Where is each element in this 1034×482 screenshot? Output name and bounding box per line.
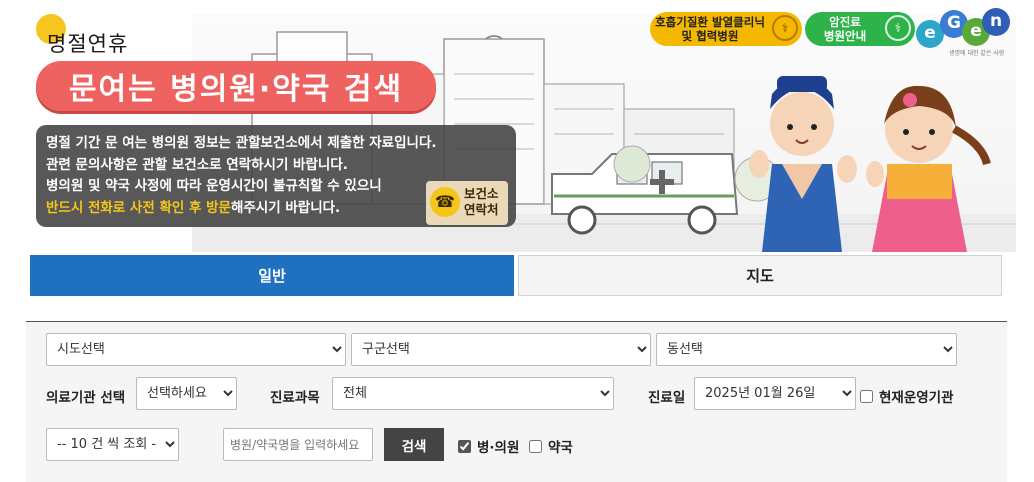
- banner: 명절연휴 문여는 병의원·약국 검색 명절 기간 문 여는 병의원 정보는 관할…: [0, 0, 1034, 252]
- pharmacy-checkbox-group[interactable]: 약국: [529, 436, 573, 456]
- stethoscope-icon: ⚕: [772, 15, 798, 41]
- search-button[interactable]: 검색: [384, 428, 444, 461]
- logo-tagline: 생명에 대한 같은 사랑: [949, 50, 1005, 57]
- gugun-select[interactable]: 구군선택: [351, 333, 651, 366]
- notice-line-1: 명절 기간 문 여는 병의원 정보는 관할보건소에서 제출한 자료입니다.: [46, 135, 437, 151]
- org-type-label: 의료기관 선택: [46, 390, 126, 406]
- tab-general[interactable]: 일반: [30, 255, 514, 296]
- holiday-label-block: 명절연휴: [36, 14, 166, 58]
- egen-logo[interactable]: e G e n 생명에 대한 같은 사랑: [916, 8, 1012, 64]
- logo-letter-n: n: [982, 8, 1010, 36]
- health-center-contact-button[interactable]: ☎ 보건소 연락처: [426, 181, 508, 225]
- fever-clinic-link[interactable]: 호흡기질환 발열클리닉 및 협력병원 ⚕: [650, 12, 802, 46]
- notice-highlight: 반드시 전화로 사전 확인 후 방문: [46, 199, 231, 216]
- hospital-label: 병·의원: [477, 440, 520, 456]
- now-open-checkbox[interactable]: [860, 389, 873, 403]
- pharmacy-label: 약국: [548, 440, 573, 456]
- hospital-checkbox-group[interactable]: 병·의원: [458, 436, 519, 456]
- page-size-select[interactable]: -- 10 건 씩 조회 --: [46, 428, 179, 461]
- phone-icon: ☎: [430, 187, 460, 217]
- notice-tail: 해주시기 바랍니다.: [230, 199, 341, 216]
- hospital-checkbox[interactable]: [458, 439, 471, 453]
- stethoscope-icon: ⚕: [885, 15, 911, 41]
- health-center-contact-label: 보건소 연락처: [464, 186, 499, 217]
- org-type-select[interactable]: 선택하세요: [136, 377, 237, 410]
- cancer-hospital-link[interactable]: 암진료 병원안내 ⚕: [805, 12, 915, 46]
- now-open-checkbox-group[interactable]: 현재운영기관: [860, 386, 954, 406]
- date-label: 진료일: [648, 390, 686, 406]
- date-select[interactable]: 2025년 01월 26일: [694, 377, 856, 410]
- keyword-input[interactable]: [223, 428, 373, 461]
- dong-select[interactable]: 동선택: [656, 333, 957, 366]
- dept-select[interactable]: 전체: [332, 377, 614, 410]
- sido-select[interactable]: 시도선택: [46, 333, 346, 366]
- page-title-banner: 문여는 병의원·약국 검색: [36, 61, 436, 111]
- dept-label: 진료과목: [270, 390, 320, 406]
- pharmacy-checkbox[interactable]: [529, 439, 542, 453]
- tab-map[interactable]: 지도: [518, 255, 1002, 296]
- holiday-label: 명절연휴: [47, 32, 129, 56]
- now-open-label: 현재운영기관: [879, 390, 954, 406]
- notice-line-2: 관련 문의사항은 관할 보건소로 연락하시기 바랍니다.: [46, 156, 348, 173]
- search-form: 시도선택 구군선택 동선택 의료기관 선택 선택하세요 진료과목 전체 진료일 …: [26, 321, 1007, 482]
- page-title: 문여는 병의원·약국 검색: [68, 72, 404, 107]
